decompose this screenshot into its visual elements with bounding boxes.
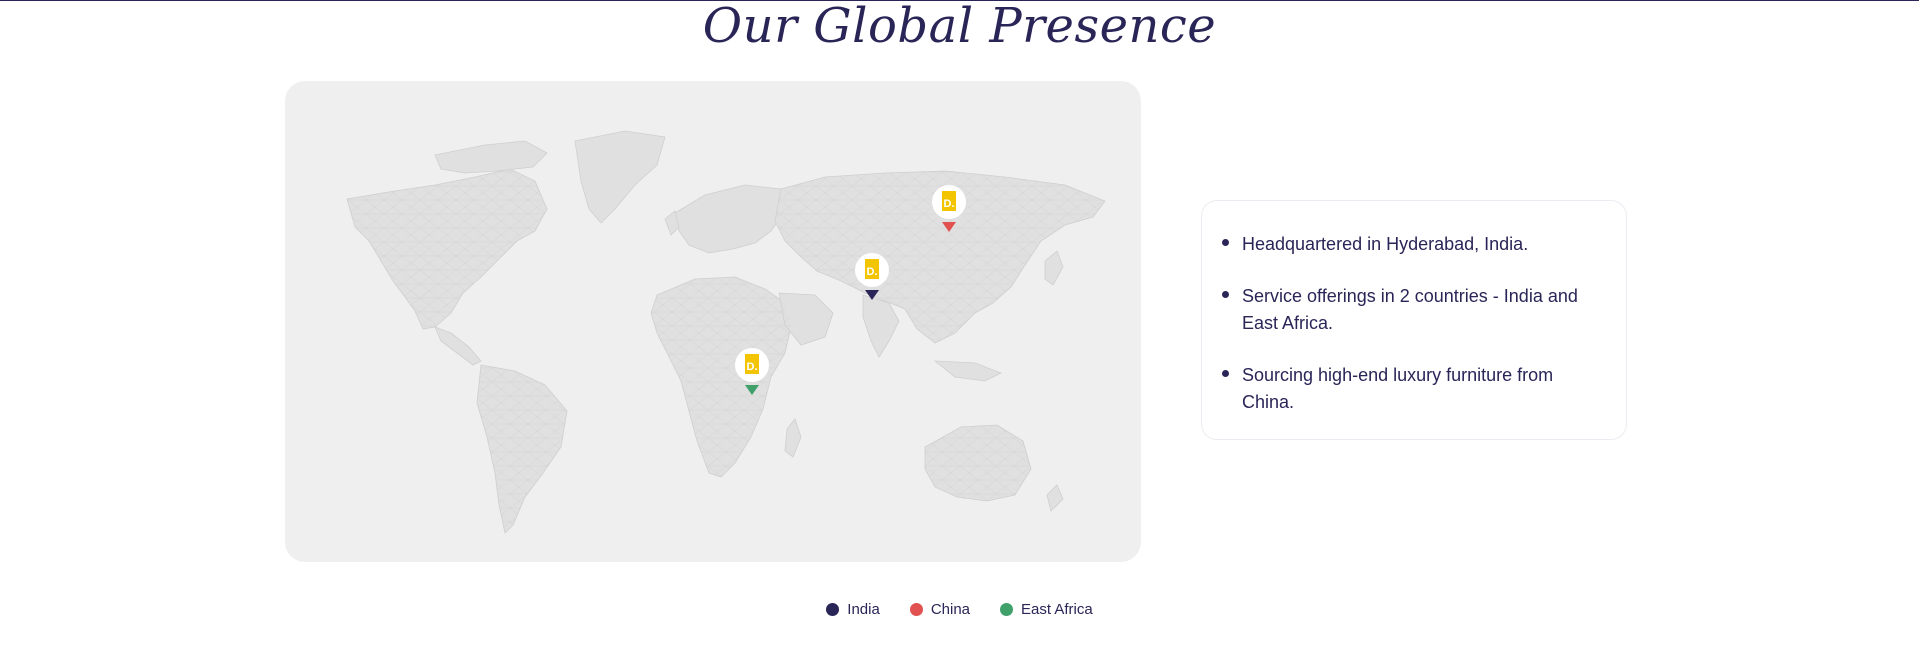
presence-item-sourcing: Sourcing high-end luxury furniture from … (1222, 362, 1596, 416)
arctic-islands (434, 140, 548, 174)
presence-item-services: Service offerings in 2 countries - India… (1222, 283, 1596, 337)
marker-logo-text: D. (867, 266, 878, 278)
map-legend: India China East Africa (0, 601, 1919, 618)
world-map: D. D. D. (285, 81, 1141, 562)
marker-logo-text: D. (944, 198, 955, 210)
world-map-graphic: D. D. D. (346, 130, 1106, 534)
page-title: Our Global Presence (702, 0, 1217, 54)
marker-logo-text: D. (747, 361, 758, 373)
legend-dot-icon (909, 603, 923, 616)
europe (674, 184, 786, 254)
japan (1044, 250, 1064, 286)
legend-dot-icon (826, 603, 840, 616)
presence-info-card: Headquartered in Hyderabad, India. Servi… (1201, 200, 1627, 440)
legend-label: China (930, 601, 971, 618)
legend-item-east-africa: East Africa (1000, 601, 1093, 618)
se-asia-islands (933, 360, 1002, 382)
madagascar (784, 418, 802, 458)
new-zealand (1046, 484, 1064, 512)
greenland (574, 130, 666, 224)
legend-dot-icon (1000, 603, 1014, 616)
central-america (434, 326, 482, 366)
presence-list: Headquartered in Hyderabad, India. Servi… (1202, 201, 1626, 416)
legend-item-china: China (909, 601, 971, 618)
legend-label: India (847, 601, 880, 618)
presence-item-hq: Headquartered in Hyderabad, India. (1222, 231, 1596, 258)
legend-label: East Africa (1021, 601, 1093, 618)
legend-item-india: India (826, 601, 880, 618)
